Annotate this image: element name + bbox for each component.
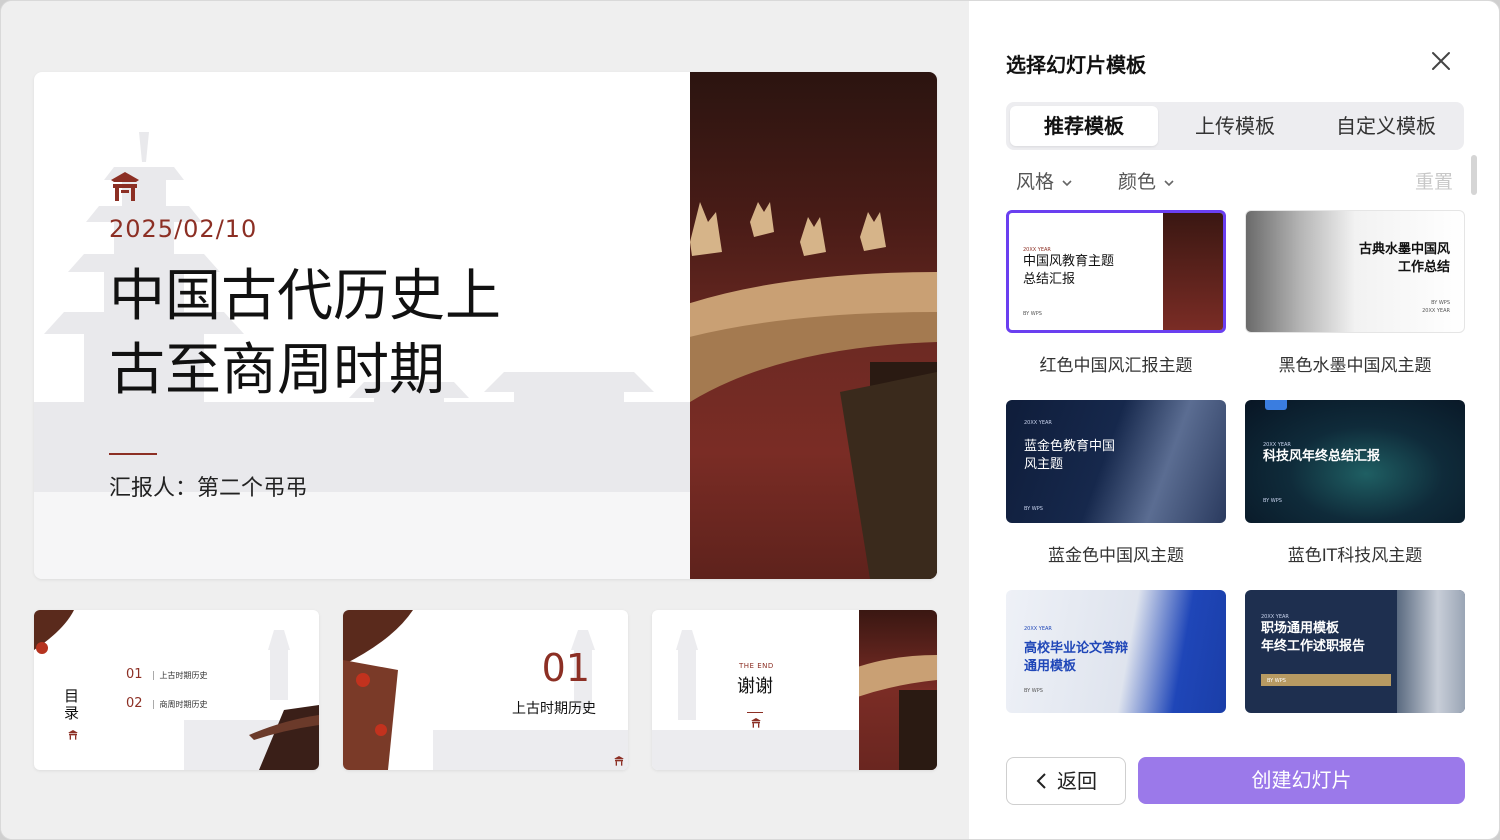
template-thumb-title: 古典水墨中国风 工作总结 (1358, 242, 1450, 275)
template-thumb-title: 蓝金色教育中国 风主题 (1024, 439, 1116, 472)
template-name: 红色中国风汇报主题 (1039, 356, 1193, 376)
color-filter-label: 颜色 (1118, 171, 1157, 193)
section-number: 01 (541, 646, 590, 690)
template-thumb-title: 科技风年终总结汇报 (1263, 449, 1381, 464)
roof-ornament-illustration (640, 202, 937, 579)
template-card[interactable]: 20XX YEAR 科技风年终总结汇报 BY WPS 蓝色IT科技风主题 (1245, 400, 1465, 566)
template-thumb-by: BY WPS (1024, 688, 1043, 694)
section-title: 上古时期历史 (512, 701, 596, 717)
gate-icon (614, 756, 624, 766)
template-name: 蓝金色中国风主题 (1048, 546, 1184, 566)
template-tabs: 推荐模板 上传模板 自定义模板 (1006, 102, 1464, 150)
template-thumbnail: 20XX YEAR 蓝金色教育中国 风主题 BY WPS (1006, 400, 1226, 523)
template-thumb-title: 职场通用模板 年终工作述职报告 (1261, 621, 1366, 654)
template-scrollbar[interactable] (1471, 155, 1477, 195)
template-thumb-by: BY WPS 20XX YEAR (1422, 300, 1450, 314)
slide-date: 2025/02/10 (109, 215, 258, 243)
template-thumb-small: 20XX YEAR (1024, 420, 1052, 426)
end-divider (747, 712, 763, 713)
close-icon[interactable] (1427, 47, 1455, 75)
template-thumb-by: BY WPS (1024, 506, 1043, 512)
template-dialog: 2025/02/10 中国古代历史上 古至商周时期 汇报人：第二个弔弔 目录 0… (0, 0, 1500, 840)
tab-custom[interactable]: 自定义模板 (1312, 106, 1460, 146)
template-thumb-by: BY WPS (1023, 311, 1042, 317)
template-card[interactable]: 20XX YEAR 中国风教育主题 总结汇报 BY WPS 红色中国风汇报主题 (1006, 210, 1226, 376)
gate-icon (751, 718, 761, 728)
template-thumb-title: 中国风教育主题 总结汇报 (1023, 254, 1115, 287)
toc-item: 02 商周时期历史 (126, 696, 208, 711)
template-thumb-by: BY WPS (1267, 678, 1286, 684)
gate-icon (111, 172, 139, 201)
template-badge (1265, 400, 1287, 410)
tab-recommended[interactable]: 推荐模板 (1010, 106, 1158, 146)
thumbnail-section[interactable]: 01 上古时期历史 (343, 610, 628, 770)
create-slides-button[interactable]: 创建幻灯片 (1138, 757, 1465, 804)
slide-reporter: 汇报人：第二个弔弔 (109, 476, 308, 501)
template-photo (1397, 590, 1465, 713)
template-card[interactable]: 20XX YEAR 职场通用模板 年终工作述职报告 BY WPS (1245, 590, 1465, 730)
chevron-left-icon (1036, 773, 1046, 789)
end-roof-illustration (849, 655, 937, 770)
end-caption: THE END (739, 662, 774, 670)
color-filter[interactable]: 颜色 (1118, 167, 1176, 194)
slide-title-line1: 中国古代历史上 (109, 264, 501, 329)
template-thumb-small: 20XX YEAR (1024, 626, 1052, 632)
back-label: 返回 (1057, 769, 1097, 793)
template-thumbnail: 20XX YEAR 职场通用模板 年终工作述职报告 BY WPS (1245, 590, 1465, 713)
chevron-down-icon (1062, 180, 1072, 187)
section-decor (343, 610, 628, 770)
title-divider (109, 453, 157, 455)
template-banner: BY WPS (1261, 674, 1391, 686)
gate-icon (68, 730, 78, 740)
template-thumbnail: 20XX YEAR 高校毕业论文答辩 通用模板 BY WPS (1006, 590, 1226, 713)
panel-title: 选择幻灯片模板 (1006, 53, 1146, 77)
style-filter[interactable]: 风格 (1016, 167, 1074, 194)
thumbnail-end[interactable]: THE END 谢谢 (652, 610, 937, 770)
back-button[interactable]: 返回 (1006, 757, 1126, 805)
toc-heading: 目录 (64, 687, 80, 722)
style-filter-label: 风格 (1016, 171, 1055, 193)
template-thumbnail: 20XX YEAR 科技风年终总结汇报 BY WPS (1245, 400, 1465, 523)
slide-title: 中国古代历史上 古至商周时期 (109, 260, 569, 408)
reset-filters[interactable]: 重置 (1415, 167, 1453, 194)
toc-item-label: 上古时期历史 (152, 671, 208, 680)
toc-item-number: 02 (126, 696, 143, 711)
preview-pane: 2025/02/10 中国古代历史上 古至商周时期 汇报人：第二个弔弔 目录 0… (1, 1, 969, 839)
tab-upload[interactable]: 上传模板 (1161, 106, 1309, 146)
template-name: 蓝色IT科技风主题 (1287, 546, 1423, 566)
template-panel: 选择幻灯片模板 推荐模板 上传模板 自定义模板 风格 颜色 重置 20XX YE… (969, 1, 1499, 839)
toc-item: 01 上古时期历史 (126, 667, 208, 682)
thumbnail-toc[interactable]: 目录 01 上古时期历史 02 商周时期历史 (34, 610, 319, 770)
template-card[interactable]: 20XX YEAR 高校毕业论文答辩 通用模板 BY WPS (1006, 590, 1226, 730)
toc-item-number: 01 (126, 667, 143, 682)
template-grid: 20XX YEAR 中国风教育主题 总结汇报 BY WPS 红色中国风汇报主题 … (1006, 210, 1466, 730)
chevron-down-icon (1164, 180, 1174, 187)
template-thumb-by: BY WPS (1263, 498, 1282, 504)
template-thumbnail: 20XX YEAR 中国风教育主题 总结汇报 BY WPS (1006, 210, 1226, 333)
template-card[interactable]: 20XX YEAR 蓝金色教育中国 风主题 BY WPS 蓝金色中国风主题 (1006, 400, 1226, 566)
template-thumbnail: 古典水墨中国风 工作总结 BY WPS 20XX YEAR (1245, 210, 1465, 333)
main-slide-preview: 2025/02/10 中国古代历史上 古至商周时期 汇报人：第二个弔弔 (34, 72, 937, 579)
slide-title-line2: 古至商周时期 (109, 338, 445, 403)
toc-item-label: 商周时期历史 (152, 700, 208, 709)
end-title: 谢谢 (737, 676, 773, 697)
template-photo (1163, 213, 1223, 330)
template-card[interactable]: 古典水墨中国风 工作总结 BY WPS 20XX YEAR 黑色水墨中国风主题 (1245, 210, 1465, 376)
template-thumb-title: 高校毕业论文答辩 通用模板 (1024, 641, 1129, 674)
roof-ornament-photo (640, 72, 937, 579)
end-photo (849, 610, 937, 770)
template-name: 黑色水墨中国风主题 (1278, 356, 1432, 376)
